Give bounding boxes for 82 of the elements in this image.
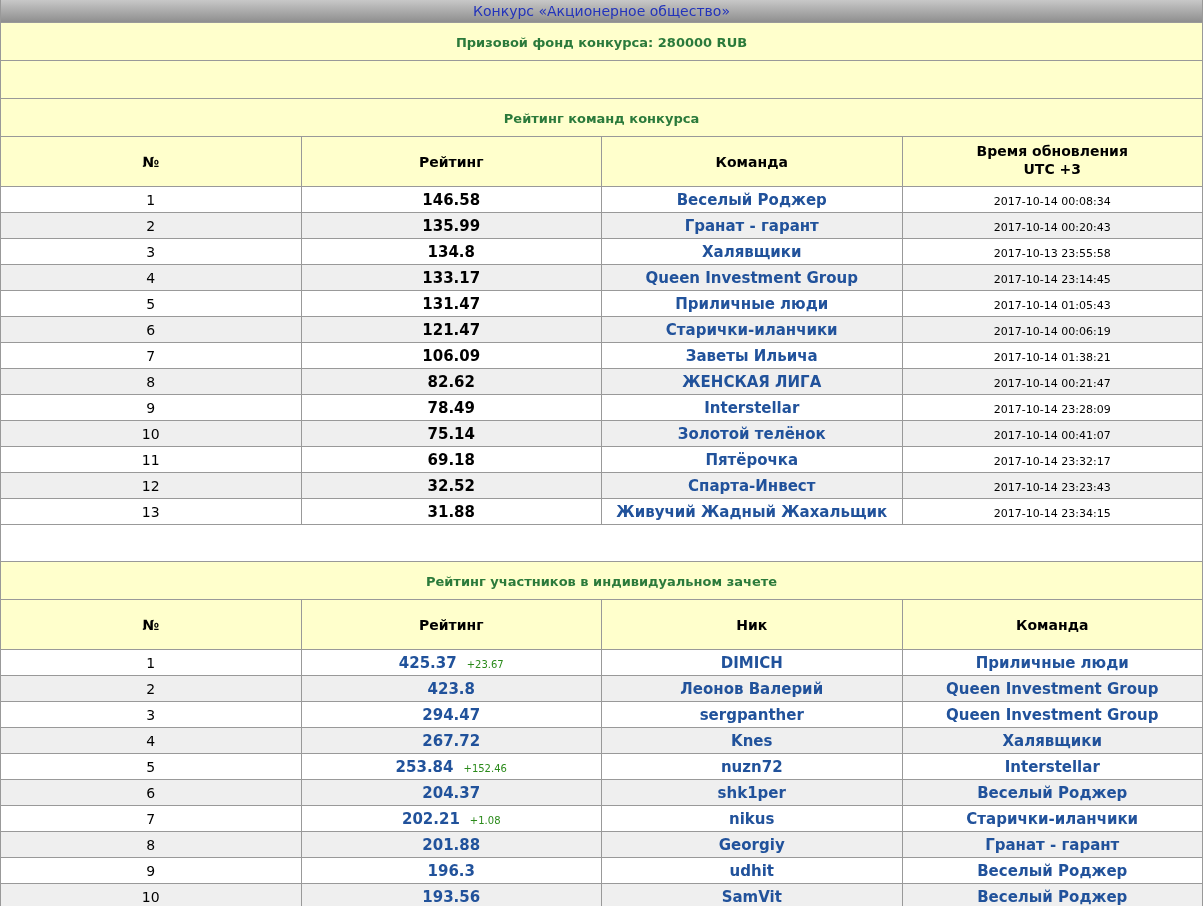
- nick-link[interactable]: SamVit: [721, 887, 782, 906]
- rating-value: 146.58: [422, 190, 481, 209]
- update-time: 2017-10-14 23:34:15: [993, 506, 1111, 520]
- rank-text: 4: [146, 269, 156, 286]
- column-header: Рейтинг: [419, 152, 484, 171]
- rating-value: 135.99: [422, 216, 481, 235]
- rank-text: 10: [141, 888, 160, 905]
- column-header: Время обновления UTC +3: [976, 142, 1128, 178]
- update-time: 2017-10-14 00:08:34: [993, 194, 1111, 208]
- rating-value: 32.52: [427, 476, 475, 495]
- update-time: 2017-10-14 01:05:43: [993, 298, 1111, 312]
- rank-text: 6: [146, 784, 156, 801]
- update-time: 2017-10-14 23:23:43: [993, 480, 1111, 494]
- rank-text: 6: [146, 321, 156, 338]
- rating-value: 201.88: [422, 835, 481, 854]
- rating-change: +23.67: [466, 658, 504, 670]
- rank-text: 12: [141, 477, 160, 494]
- column-header: №: [142, 615, 160, 634]
- rating-value: 204.37: [422, 783, 481, 802]
- rating-value: 425.37: [398, 653, 457, 672]
- column-header: Ник: [736, 615, 768, 634]
- nick-link[interactable]: udhit: [729, 861, 774, 880]
- rank-text: 5: [146, 295, 156, 312]
- rank-text: 7: [146, 347, 156, 364]
- nick-link[interactable]: DIMICH: [720, 653, 783, 672]
- rank-text: 11: [141, 451, 160, 468]
- rank-text: 13: [141, 503, 160, 520]
- rank-text: 4: [146, 732, 156, 749]
- rank-text: 1: [146, 654, 156, 671]
- page-title: Конкурс «Акционерное общество»: [473, 4, 730, 18]
- update-time: 2017-10-14 23:32:17: [993, 454, 1111, 468]
- rating-value: 294.47: [422, 705, 481, 724]
- section-title: Рейтинг участников в индивидуальном зачете: [425, 573, 778, 589]
- column-header: Команда: [715, 152, 788, 171]
- rating-value: 121.47: [422, 320, 481, 339]
- rating-value: 253.84: [395, 757, 454, 776]
- nick-link[interactable]: nikus: [729, 809, 775, 828]
- update-time: 2017-10-14 01:38:21: [993, 350, 1111, 364]
- rating-value: 134.8: [427, 242, 475, 261]
- prize-fund-text: Призовой фонд конкурса: 280000 RUB: [455, 34, 748, 50]
- update-time: 2017-10-14 00:06:19: [993, 324, 1111, 338]
- rank-text: 10: [141, 425, 160, 442]
- rating-value: 423.8: [427, 679, 475, 698]
- update-time: 2017-10-14 00:21:47: [993, 376, 1111, 390]
- update-time: 2017-10-14 23:14:45: [993, 272, 1111, 286]
- rating-change: +152.46: [463, 762, 507, 774]
- rank-text: 8: [146, 836, 156, 853]
- rating-value: 267.72: [422, 731, 481, 750]
- rating-value: 75.14: [427, 424, 475, 443]
- rating-value: 78.49: [427, 398, 475, 417]
- column-header: №: [142, 152, 160, 171]
- rating-value: 196.3: [427, 861, 475, 880]
- rating-value: 193.56: [422, 887, 481, 906]
- rating-value: 133.17: [422, 268, 481, 287]
- nick-link[interactable]: Georgiy: [718, 835, 785, 854]
- rating-value: 31.88: [427, 502, 475, 521]
- rank-text: 2: [146, 217, 156, 234]
- rank-text: 7: [146, 810, 156, 827]
- rank-text: 2: [146, 680, 156, 697]
- nick-link[interactable]: shk1per: [717, 783, 786, 802]
- rank-text: 9: [146, 862, 156, 879]
- column-header: Рейтинг: [419, 615, 484, 634]
- rating-value: 202.21: [401, 809, 460, 828]
- rank-text: 9: [146, 399, 156, 416]
- rating-value: 69.18: [427, 450, 475, 469]
- rating-value: 82.62: [427, 372, 475, 391]
- section-title: Рейтинг команд конкурса: [503, 110, 700, 126]
- nick-link[interactable]: Knes: [731, 731, 773, 750]
- column-header: Команда: [1016, 615, 1089, 634]
- update-time: 2017-10-14 23:28:09: [993, 402, 1111, 416]
- rank-text: 3: [146, 243, 156, 260]
- rank-text: 5: [146, 758, 156, 775]
- rank-text: 8: [146, 373, 156, 390]
- rank-text: 3: [146, 706, 156, 723]
- nick-link[interactable]: nuzn72: [720, 757, 783, 776]
- rank-text: 1: [146, 191, 156, 208]
- rating-value: 106.09: [422, 346, 481, 365]
- update-time: 2017-10-13 23:55:58: [993, 246, 1111, 260]
- update-time: 2017-10-14 00:41:07: [993, 428, 1111, 442]
- rating-change: +1.08: [469, 814, 501, 826]
- update-time: 2017-10-14 00:20:43: [993, 220, 1111, 234]
- rating-value: 131.47: [422, 294, 481, 313]
